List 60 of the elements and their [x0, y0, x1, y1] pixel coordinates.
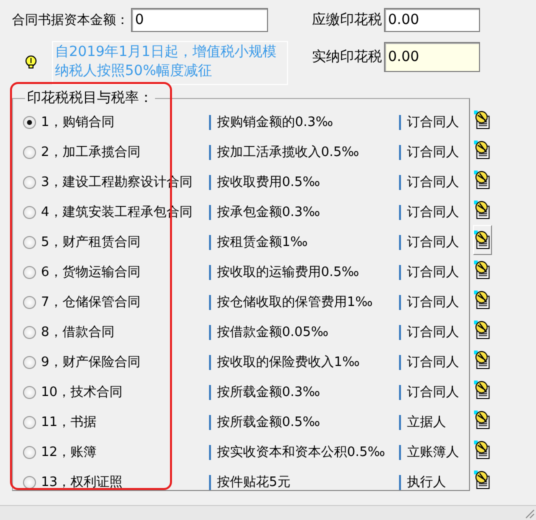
tax-paid-field[interactable]: 0.00	[384, 42, 480, 72]
radio-button[interactable]	[23, 386, 36, 398]
scrollbar[interactable]	[0, 505, 536, 520]
field-label: 应缴印花税	[312, 11, 382, 29]
radio-button[interactable]	[23, 296, 36, 308]
tax-due-field[interactable]: 0.00	[384, 8, 480, 32]
radio-button[interactable]	[23, 266, 36, 278]
field-label: 合同书据资本金额：	[12, 12, 129, 29]
radio-button[interactable]	[23, 416, 36, 428]
notice-text: 自2019年1月1日起，增值税小规模纳税人按照50%幅度减征	[52, 41, 288, 85]
rate-text: 按仓储收取的保管费用1‰	[217, 294, 373, 311]
payer-text: 订合同人	[407, 234, 459, 251]
group-title: 印花税税目与税率：	[26, 89, 154, 107]
field-label: 实纳印花税	[312, 48, 382, 66]
radio-button[interactable]	[23, 326, 36, 338]
item-label[interactable]: 1，购销合同	[41, 113, 114, 131]
rate-text: 按件贴花5元	[217, 474, 290, 491]
rate-text: 按租赁金额1‰	[217, 234, 308, 251]
payer-text: 订合同人	[407, 144, 459, 161]
item-label[interactable]: 11，书据	[41, 413, 97, 431]
rate-text: 按实收资本和资本公积0.5‰	[217, 444, 386, 461]
rate-text: 按加工活承揽收入0.5‰	[217, 144, 360, 161]
rate-text: 按收取费用0.5‰	[217, 174, 320, 191]
radio-button[interactable]	[23, 206, 36, 218]
payer-text: 立账簿人	[407, 444, 459, 461]
item-label[interactable]: 9，财产保险合同	[41, 353, 140, 371]
rate-text: 按收取的运输费用0.5‰	[217, 264, 360, 281]
radio-button[interactable]	[23, 446, 36, 458]
payer-text: 订合同人	[407, 174, 459, 191]
rate-text: 按所载金额0.3‰	[217, 384, 320, 401]
radio-button[interactable]	[23, 236, 36, 248]
radio-button[interactable]	[23, 146, 36, 158]
document-edit-icon[interactable]	[473, 225, 492, 255]
item-label[interactable]: 8，借款合同	[41, 323, 114, 341]
payer-text: 订合同人	[407, 294, 459, 311]
item-label[interactable]: 5，财产租赁合同	[41, 233, 140, 251]
radio-button[interactable]	[23, 116, 36, 128]
radio-button[interactable]	[23, 356, 36, 368]
payer-text: 订合同人	[407, 354, 459, 371]
item-label[interactable]: 7，仓储保管合同	[41, 293, 140, 311]
capital-amount-field[interactable]: 0	[131, 8, 268, 32]
rate-text: 按借款金额0.05‰	[217, 324, 328, 341]
radio-button[interactable]	[23, 176, 36, 188]
payer-text: 立据人	[407, 414, 446, 431]
payer-text: 执行人	[407, 474, 446, 491]
radio-button[interactable]	[23, 476, 36, 488]
payer-text: 订合同人	[407, 324, 459, 341]
rate-text: 按承包金额0.3‰	[217, 204, 320, 221]
payer-text: 订合同人	[407, 264, 459, 281]
payer-text: 订合同人	[407, 384, 459, 401]
item-label[interactable]: 13，权利证照	[41, 473, 123, 491]
payer-text: 订合同人	[407, 114, 459, 131]
item-label[interactable]: 2，加工承揽合同	[41, 143, 140, 161]
payer-text: 订合同人	[407, 204, 459, 221]
item-label[interactable]: 6，货物运输合同	[41, 263, 140, 281]
rate-text: 按所载金额0.5‰	[217, 414, 320, 431]
item-label[interactable]: 10，技术合同	[41, 383, 123, 401]
rate-text: 按收取的保险费收入1‰	[217, 354, 360, 371]
item-label[interactable]: 12，账簿	[41, 443, 97, 461]
rate-text: 按购销金额的0.3‰	[217, 114, 334, 131]
